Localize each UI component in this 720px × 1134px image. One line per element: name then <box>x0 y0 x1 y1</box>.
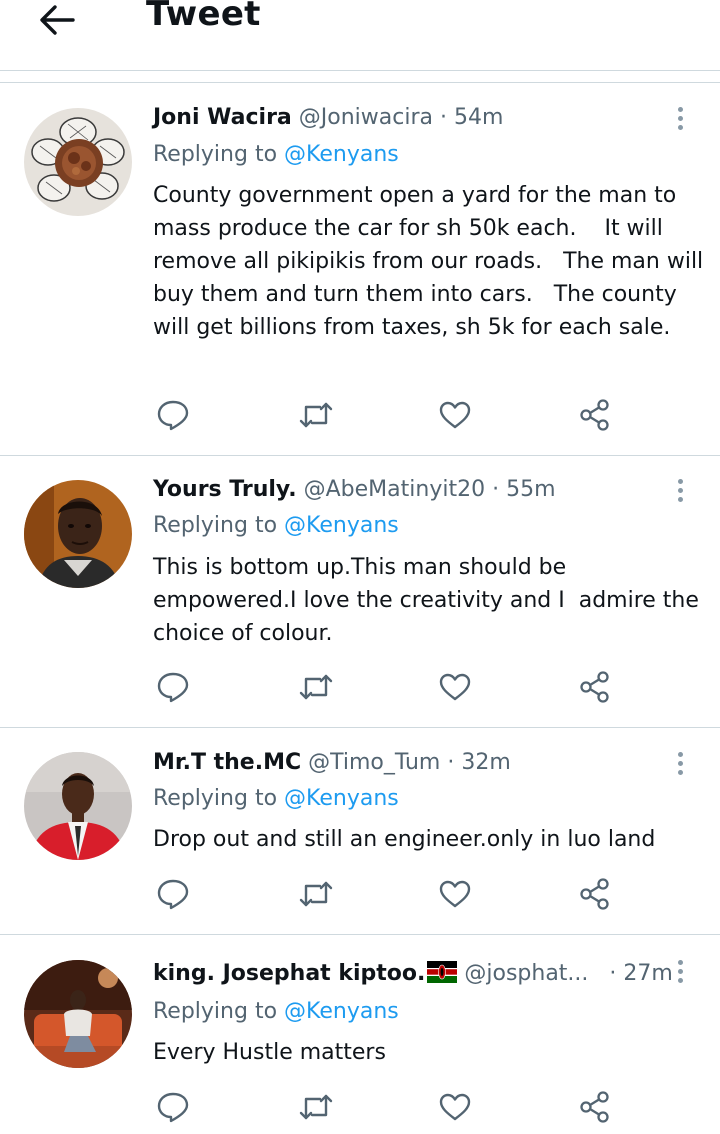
like-icon <box>439 401 471 429</box>
avatar[interactable] <box>24 480 132 588</box>
reply-icon <box>157 400 189 431</box>
timestamp[interactable]: 55m <box>506 477 555 502</box>
retweet-icon <box>299 1094 333 1120</box>
like-button[interactable] <box>435 1087 475 1127</box>
retweet-icon <box>299 402 333 428</box>
timestamp[interactable]: 54m <box>454 105 503 130</box>
share-icon <box>580 399 609 431</box>
reply-tweet[interactable]: Yours Truly. @AbeMatinyit20 · 55m Replyi… <box>0 456 720 728</box>
retweet-icon <box>299 674 333 700</box>
retweet-button[interactable] <box>296 874 336 914</box>
retweet-button[interactable] <box>296 1087 336 1127</box>
reply-tweet[interactable]: king. Josephat kiptoo. @josphat... · 27m… <box>0 935 720 1134</box>
kenya-flag-icon <box>427 961 458 983</box>
user-handle[interactable]: @josphat... <box>464 961 588 986</box>
meta-separator: · <box>440 105 447 130</box>
replying-label: Replying to <box>153 786 285 811</box>
more-options-icon[interactable] <box>668 748 692 778</box>
replying-to: Replying to @Kenyans <box>153 784 399 814</box>
display-name[interactable]: Joni Wacira <box>153 105 292 130</box>
replying-label: Replying to <box>153 999 285 1024</box>
man-portrait-avatar-image <box>24 480 132 588</box>
tweet-text: This is bottom up.This man should be emp… <box>153 555 706 646</box>
mention-link[interactable]: @Kenyans <box>284 999 399 1024</box>
mention-link[interactable]: @Kenyans <box>284 513 399 538</box>
tweet-meta: Joni Wacira @Joniwacira · 54m <box>153 103 503 133</box>
avatar[interactable] <box>24 960 132 1068</box>
reply-button[interactable] <box>153 667 193 707</box>
display-name[interactable]: king. Josephat kiptoo. <box>153 961 425 986</box>
timestamp[interactable]: 32m <box>461 750 510 775</box>
like-icon <box>439 880 471 908</box>
page-title: Tweet <box>146 0 261 34</box>
timestamp[interactable]: 27m <box>623 961 672 986</box>
tweet-actions <box>0 395 720 435</box>
user-handle[interactable]: @Timo_Tum <box>308 750 440 775</box>
share-icon <box>580 1091 609 1123</box>
reply-button[interactable] <box>153 395 193 435</box>
tweet-meta: Mr.T the.MC @Timo_Tum · 32m <box>153 748 511 778</box>
section-gap <box>0 71 720 82</box>
share-button[interactable] <box>575 667 615 707</box>
meta-separator: · <box>447 750 455 775</box>
reply-tweet[interactable]: Mr.T the.MC @Timo_Tum · 32m Replying to … <box>0 728 720 935</box>
replying-label: Replying to <box>153 513 285 538</box>
seated-man-avatar-image <box>24 960 132 1068</box>
avatar[interactable] <box>24 108 132 216</box>
meta-separator: · <box>609 961 617 986</box>
replying-label: Replying to <box>153 142 285 167</box>
like-button[interactable] <box>435 395 475 435</box>
tweet-actions <box>0 667 720 707</box>
reply-button[interactable] <box>153 1087 193 1127</box>
more-options-icon[interactable] <box>668 956 692 986</box>
tweet-text: Drop out and still an engineer.only in l… <box>153 827 656 852</box>
flower-avatar-image <box>24 108 132 216</box>
red-suit-avatar-image <box>24 752 132 860</box>
user-handle[interactable]: @Joniwacira <box>299 105 433 130</box>
tweet-meta: Yours Truly. @AbeMatinyit20 · 55m <box>153 475 556 505</box>
like-button[interactable] <box>435 874 475 914</box>
replying-to: Replying to @Kenyans <box>153 140 399 170</box>
back-button[interactable] <box>30 0 84 40</box>
tweet-actions <box>0 1087 720 1127</box>
meta-separator: · <box>492 477 500 502</box>
header-bar: Tweet <box>0 0 720 70</box>
replying-to: Replying to @Kenyans <box>153 511 399 541</box>
tweet-actions <box>0 874 720 914</box>
more-options-icon[interactable] <box>668 103 692 133</box>
reply-icon <box>157 672 189 703</box>
reply-icon <box>157 879 189 910</box>
reply-tweet[interactable]: Joni Wacira @Joniwacira · 54m Replying t… <box>0 83 720 456</box>
avatar[interactable] <box>24 752 132 860</box>
retweet-button[interactable] <box>296 667 336 707</box>
mention-link[interactable]: @Kenyans <box>284 786 399 811</box>
user-handle[interactable]: @AbeMatinyit20 <box>304 477 485 502</box>
tweet-text: County government open a yard for the ma… <box>153 183 711 340</box>
retweet-button[interactable] <box>296 395 336 435</box>
more-options-icon[interactable] <box>668 475 692 505</box>
reply-button[interactable] <box>153 874 193 914</box>
like-icon <box>439 1093 471 1121</box>
share-icon <box>580 671 609 703</box>
like-icon <box>439 673 471 701</box>
retweet-icon <box>299 881 333 907</box>
share-button[interactable] <box>575 395 615 435</box>
replying-to: Replying to @Kenyans <box>153 997 399 1027</box>
display-name[interactable]: Mr.T the.MC <box>153 750 301 775</box>
tweet-text: Every Hustle matters <box>153 1040 386 1065</box>
tweet-meta: king. Josephat kiptoo. @josphat... · 27m <box>153 959 673 989</box>
like-button[interactable] <box>435 667 475 707</box>
display-name[interactable]: Yours Truly. <box>153 477 297 502</box>
arrow-left-icon <box>40 5 75 35</box>
mention-link[interactable]: @Kenyans <box>284 142 399 167</box>
share-button[interactable] <box>575 874 615 914</box>
reply-icon <box>157 1092 189 1123</box>
tweet-thread-page: Tweet Joni Wacira @Joniwacira · 54m Repl… <box>0 0 720 1134</box>
share-button[interactable] <box>575 1087 615 1127</box>
share-icon <box>580 878 609 910</box>
